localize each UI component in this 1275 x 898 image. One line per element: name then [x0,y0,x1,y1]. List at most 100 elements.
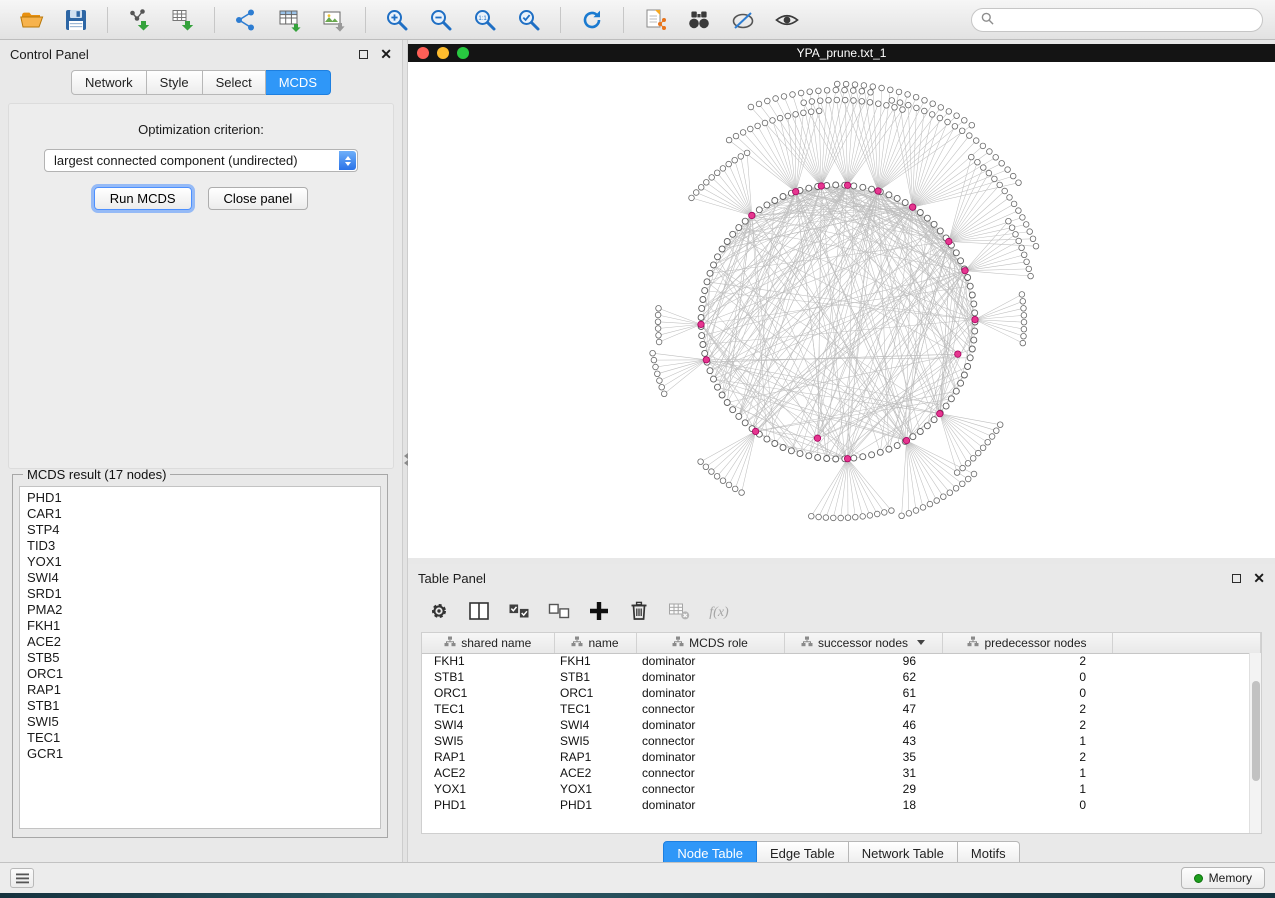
zoom-fit-icon[interactable] [509,4,549,36]
table-scrollbar-thumb[interactable] [1252,681,1260,781]
close-window-icon[interactable] [417,47,429,59]
mcds-result-item[interactable]: PHD1 [20,490,380,506]
mcds-result-item[interactable]: SWI5 [20,714,380,730]
criterion-select[interactable]: largest connected component (undirected) [44,149,358,172]
mcds-result-item[interactable]: TID3 [20,538,380,554]
table-row[interactable]: TEC1TEC1connector472 [422,701,1261,717]
mcds-result-item[interactable]: FKH1 [20,618,380,634]
control-panel-header: Control Panel ✕ [0,40,402,68]
zoom-out-icon[interactable] [421,4,461,36]
column-header-predecessor-nodes[interactable]: predecessor nodes [942,633,1112,653]
cell-successor-nodes: 29 [784,781,942,797]
close-panel-button[interactable]: Close panel [208,187,309,210]
mcds-result-item[interactable]: STB1 [20,698,380,714]
binoculars-icon[interactable] [679,4,719,36]
cell-filler [1112,717,1261,733]
close-table-panel-icon[interactable]: ✕ [1253,571,1265,585]
open-folder-icon[interactable] [12,4,52,36]
zoom-in-icon[interactable] [377,4,417,36]
table-scrollbar[interactable] [1249,653,1261,833]
cell-mcds-role: dominator [636,669,784,685]
mcds-result-item[interactable]: SWI4 [20,570,380,586]
mcds-result-item[interactable]: YOX1 [20,554,380,570]
close-panel-icon[interactable]: ✕ [380,47,392,61]
network-table-icon[interactable] [270,4,310,36]
split-columns-icon[interactable] [464,597,494,625]
cell-predecessor-nodes: 2 [942,749,1112,765]
svg-text:f(x): f(x) [709,605,729,620]
table-row[interactable]: ORC1ORC1dominator610 [422,685,1261,701]
mcds-result-item[interactable]: SRD1 [20,586,380,602]
mcds-result-item[interactable]: ORC1 [20,666,380,682]
zoom-actual-icon[interactable]: 1:1 [465,4,505,36]
new-network-icon[interactable] [226,4,266,36]
cell-successor-nodes: 62 [784,669,942,685]
mcds-result-item[interactable]: PMA2 [20,602,380,618]
table-row[interactable]: FKH1FKH1dominator962 [422,653,1261,669]
table-row[interactable]: PHD1PHD1dominator180 [422,797,1261,813]
toolbar-separator [107,7,108,33]
cell-successor-nodes: 35 [784,749,942,765]
float-panel-icon[interactable] [359,50,368,59]
refresh-icon[interactable] [572,4,612,36]
tab-network[interactable]: Network [71,70,147,95]
gear-icon[interactable] [424,597,454,625]
cell-filler [1112,765,1261,781]
import-network-icon[interactable] [119,4,159,36]
float-table-panel-icon[interactable] [1232,574,1241,583]
cell-predecessor-nodes: 2 [942,701,1112,717]
column-tree-icon [801,636,813,650]
column-header-MCDS-role[interactable]: MCDS role [636,633,784,653]
column-header-filler [1112,633,1261,653]
duplicate-network-icon[interactable] [635,4,675,36]
panel-menu-button[interactable] [10,868,34,888]
run-mcds-button[interactable]: Run MCDS [94,187,192,210]
cell-mcds-role: connector [636,733,784,749]
cell-successor-nodes: 18 [784,797,942,813]
mcds-result-list[interactable]: PHD1CAR1STP4TID3YOX1SWI4SRD1PMA2FKH1ACE2… [19,486,381,829]
node-table: shared namenameMCDS rolesuccessor nodesp… [421,632,1262,834]
table-row[interactable]: ACE2ACE2connector311 [422,765,1261,781]
network-canvas[interactable] [408,62,1275,558]
mcds-result-item[interactable]: TEC1 [20,730,380,746]
tab-select[interactable]: Select [203,70,266,95]
minimize-window-icon[interactable] [437,47,449,59]
column-header-name[interactable]: name [554,633,636,653]
mcds-result-item[interactable]: RAP1 [20,682,380,698]
mcds-result-item[interactable]: ACE2 [20,634,380,650]
sort-descending-icon [917,640,925,645]
add-column-icon[interactable] [584,597,614,625]
cell-shared-name: ACE2 [422,765,554,781]
table-row[interactable]: SWI4SWI4dominator462 [422,717,1261,733]
annotation-icon[interactable] [723,4,763,36]
network-graph[interactable] [408,62,1275,558]
eye-icon[interactable] [767,4,807,36]
export-image-icon[interactable] [314,4,354,36]
deselect-all-icon[interactable] [544,597,574,625]
table-row[interactable]: RAP1RAP1dominator352 [422,749,1261,765]
column-header-shared-name[interactable]: shared name [422,633,554,653]
import-table-icon[interactable] [163,4,203,36]
search-input[interactable] [1000,13,1253,27]
mcds-result-item[interactable]: GCR1 [20,746,380,762]
cell-predecessor-nodes: 2 [942,717,1112,733]
save-icon[interactable] [56,4,96,36]
cell-successor-nodes: 96 [784,653,942,669]
tab-style[interactable]: Style [147,70,203,95]
tab-mcds[interactable]: MCDS [266,70,331,95]
memory-button[interactable]: Memory [1181,867,1265,889]
mcds-result-item[interactable]: STP4 [20,522,380,538]
delete-column-icon[interactable] [624,597,654,625]
search-box[interactable] [971,8,1263,32]
cell-shared-name: YOX1 [422,781,554,797]
cell-predecessor-nodes: 1 [942,765,1112,781]
table-row[interactable]: STB1STB1dominator620 [422,669,1261,685]
network-window-titlebar[interactable]: YPA_prune.txt_1 [408,44,1275,62]
column-header-successor-nodes[interactable]: successor nodes [784,633,942,653]
table-row[interactable]: SWI5SWI5connector431 [422,733,1261,749]
select-all-icon[interactable] [504,597,534,625]
maximize-window-icon[interactable] [457,47,469,59]
mcds-result-item[interactable]: STB5 [20,650,380,666]
table-row[interactable]: YOX1YOX1connector291 [422,781,1261,797]
mcds-result-item[interactable]: CAR1 [20,506,380,522]
